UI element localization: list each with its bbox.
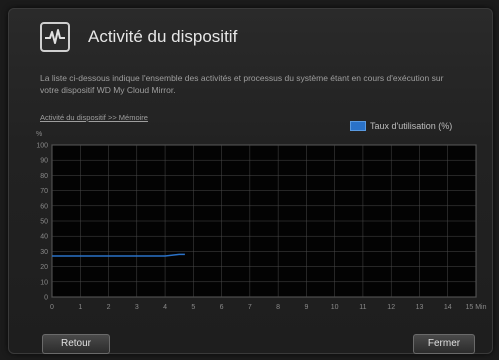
x-tick-label: 15 Min — [465, 304, 486, 311]
x-tick-label: 4 — [163, 304, 167, 311]
x-tick-label: 12 — [387, 304, 395, 311]
y-tick-label: 60 — [40, 203, 48, 210]
y-tick-label: 90 — [40, 158, 48, 165]
close-button[interactable]: Fermer — [413, 334, 475, 354]
y-tick-label: 80 — [40, 173, 48, 180]
y-tick-label: 30 — [40, 249, 48, 256]
x-tick-label: 13 — [416, 304, 424, 311]
y-axis-label: % — [36, 131, 42, 138]
x-tick-label: 14 — [444, 304, 452, 311]
y-tick-label: 0 — [44, 295, 48, 302]
x-tick-label: 9 — [304, 304, 308, 311]
x-tick-label: 0 — [50, 304, 54, 311]
y-tick-label: 100 — [36, 143, 48, 150]
y-tick-label: 20 — [40, 264, 48, 271]
x-tick-label: 5 — [191, 304, 195, 311]
x-tick-label: 6 — [220, 304, 224, 311]
x-tick-label: 10 — [331, 304, 339, 311]
back-button[interactable]: Retour — [42, 334, 110, 354]
x-tick-label: 11 — [359, 304, 366, 311]
x-tick-label: 3 — [135, 304, 139, 311]
x-tick-label: 2 — [107, 304, 111, 311]
x-tick-label: 7 — [248, 304, 252, 311]
y-tick-label: 50 — [40, 219, 48, 226]
memory-usage-chart: 01020304050607080901000 1 2 3 4 5 6 7 8 9 10 11 12 13… — [36, 131, 487, 311]
y-tick-label: 10 — [40, 279, 48, 286]
y-tick-label: 70 — [40, 188, 48, 195]
x-tick-label: 8 — [276, 304, 280, 311]
x-tick-label: 1 — [78, 304, 82, 311]
y-tick-label: 40 — [40, 234, 48, 241]
